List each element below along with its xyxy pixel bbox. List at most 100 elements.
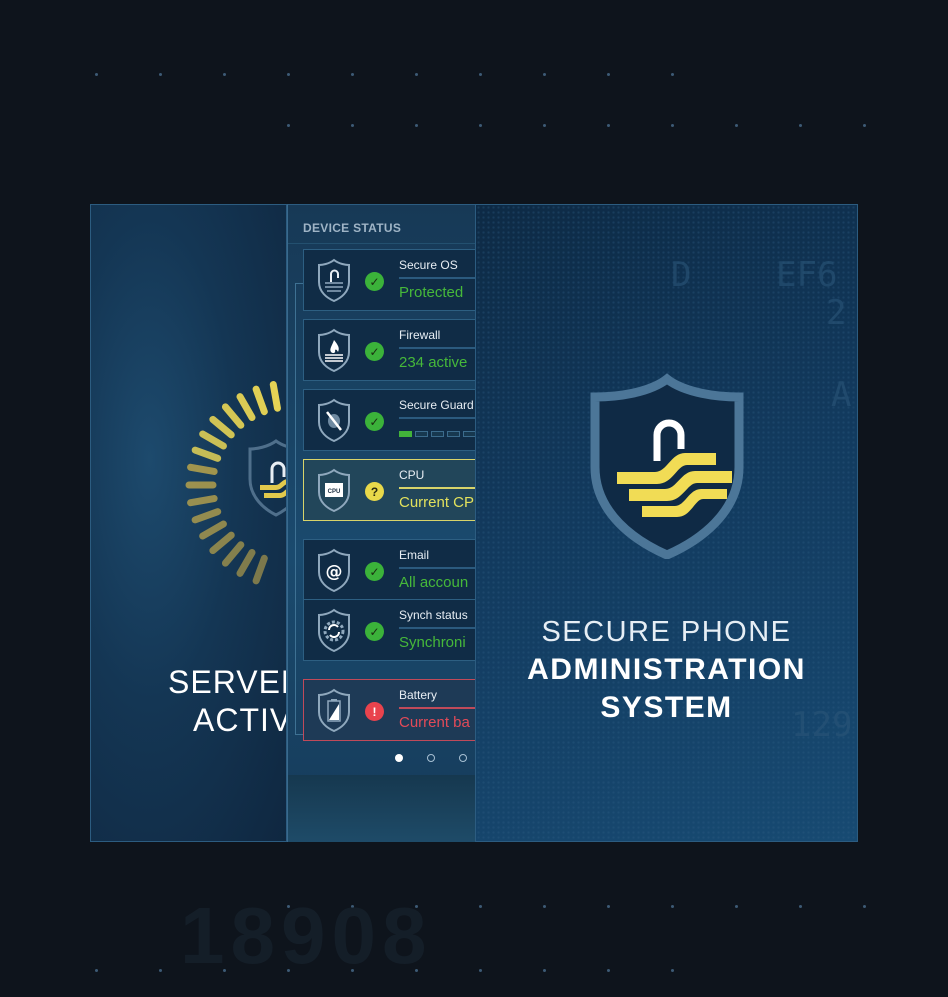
tree-connector [295,283,303,735]
background-char: A [831,375,852,415]
background-dot [671,73,674,76]
background-ghost-number: 18908 [180,891,433,980]
exclamation-icon: ! [365,702,384,721]
background-dot [159,969,162,972]
spinner-tick [221,403,245,429]
background-dot [351,73,354,76]
background-dot [479,969,482,972]
background-dot [95,73,98,76]
background-dot [543,905,546,908]
splash-title: SECURE PHONE ADMINISTRATION SYSTEM [476,613,857,727]
background-dot [95,969,98,972]
background-dot [863,905,866,908]
page-indicator [288,752,475,764]
background-dot [479,905,482,908]
background-dot [287,73,290,76]
background-dot [607,124,610,127]
divider [399,567,475,569]
cpu-chip-text: CPU [328,489,341,495]
title-line-2: ACTIVA [193,702,286,738]
status-card-cpu[interactable]: CPU ? CPU Current CP [303,459,475,521]
title-line-3: SYSTEM [600,691,733,724]
background-dot [607,73,610,76]
divider [288,243,475,244]
title-line-2: ADMINISTRATION [527,653,806,686]
divider [399,707,475,709]
background-dot [287,124,290,127]
status-card-firewall[interactable]: ✓ Firewall 234 active [303,319,475,381]
panel-footer [288,775,475,842]
background-char: EF6 [776,255,838,295]
background-dot [543,969,546,972]
divider [399,347,475,349]
background-dot [415,73,418,76]
spinner-tick [199,520,227,540]
status-value: Current CP [399,494,475,511]
check-icon: ✓ [365,562,384,581]
device-status-screen: DEVICE STATUS ✓ Secure OS Protected ✓ Fi… [287,204,475,842]
background-dot [799,905,802,908]
shield-bug-icon [318,398,350,442]
check-icon: ✓ [365,622,384,641]
svg-text:@: @ [326,562,343,582]
status-label: CPU [399,468,425,482]
page-dot-3[interactable] [459,754,467,762]
background-dot [671,124,674,127]
status-value: 234 active [399,354,468,371]
divider [399,277,475,279]
status-value: Synchroni [399,634,466,651]
check-icon: ✓ [365,342,384,361]
shield-lock-icon [318,258,350,302]
background-dot [223,73,226,76]
check-icon: ✓ [365,412,384,431]
status-label: Email [399,548,430,562]
page-dot-2[interactable] [427,754,435,762]
background-dot [735,124,738,127]
secure-phone-splash-screen: D EF6 2 A 129 SECURE PHONE ADMINISTRATIO… [475,204,858,842]
spinner-tick [209,531,235,555]
background-dot [479,73,482,76]
background-dot [543,124,546,127]
background-dot [543,73,546,76]
spinner-tick [187,463,218,475]
status-label: Secure OS [399,258,458,272]
progress-segment [463,431,475,437]
progress-segment [431,431,444,437]
status-card-synch-status[interactable]: ✓ Synch status Synchroni [303,599,475,661]
background-dot [415,124,418,127]
status-card-email[interactable]: @ ✓ Email All accoun [303,539,475,601]
question-icon: ? [365,482,384,501]
page-dot-1[interactable] [395,754,403,762]
check-icon: ✓ [365,272,384,291]
status-card-secure-os[interactable]: ✓ Secure OS Protected [303,249,475,311]
spinner-tick [199,430,227,450]
status-card-battery[interactable]: ! Battery Current ba [303,679,475,741]
background-dot [351,124,354,127]
spinner-tick [187,495,218,507]
title-line-1: SERVER [168,664,286,700]
status-label: Firewall [399,328,441,342]
background-char: D [671,255,692,295]
status-label: Secure Guard [399,398,474,412]
spinner-tick [269,381,281,412]
progress-segment [447,431,460,437]
shield-lock-icon [248,439,286,517]
progress-segment [399,431,412,437]
status-label: Synch status [399,608,468,622]
spinner-tick [191,508,222,524]
status-label: Battery [399,688,438,702]
spinner-tick [209,415,235,439]
spinner-tick [191,446,222,462]
divider [399,627,475,629]
background-dot [159,73,162,76]
shield-sync-icon [318,608,350,652]
divider [399,417,475,419]
shield-at-icon: @ [318,548,350,592]
shield-fire-icon [318,328,350,372]
status-card-secure-guard[interactable]: ✓ Secure Guard [303,389,475,451]
background-dot [607,905,610,908]
background-char: 2 [826,293,847,333]
spinner-tick [236,549,256,577]
shield-lock-logo-icon [590,373,744,559]
spinner-tick [221,541,245,567]
